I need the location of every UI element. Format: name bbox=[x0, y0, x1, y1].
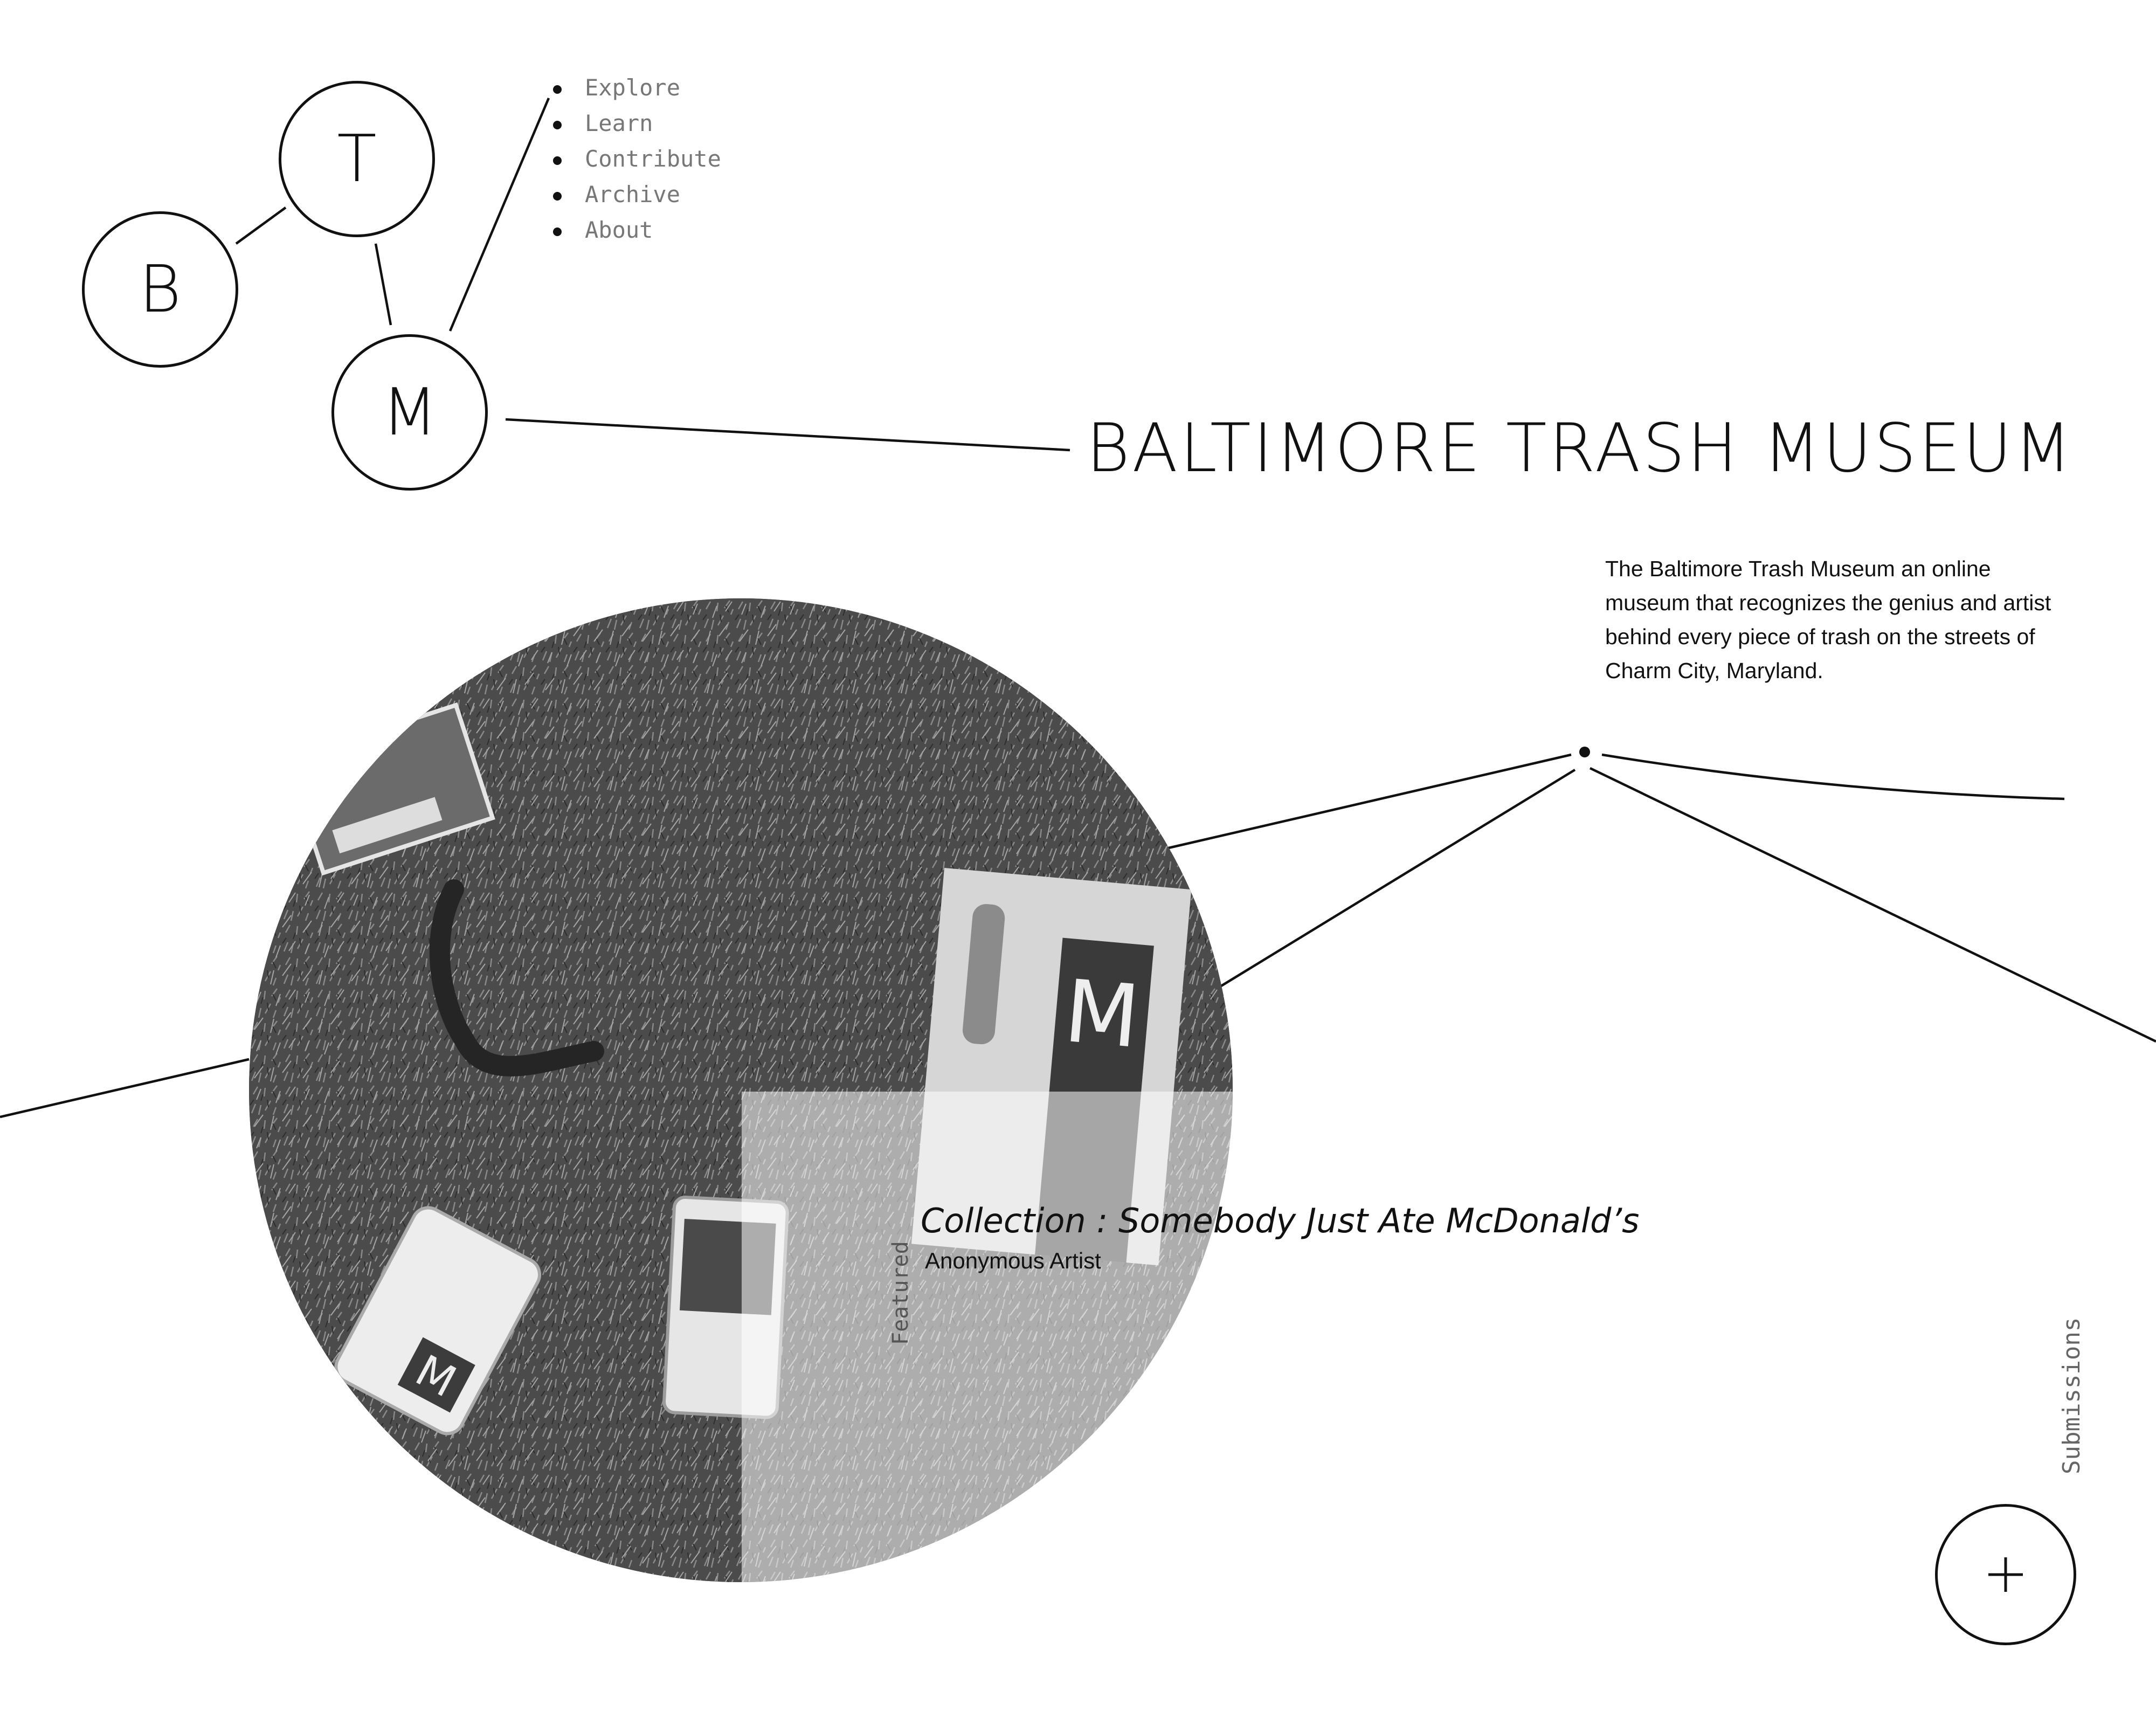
logo-letter-m: M bbox=[382, 375, 438, 450]
bullet-dot-icon bbox=[553, 121, 562, 129]
nav-item-label: Archive bbox=[585, 181, 681, 208]
connector-photo-node bbox=[1168, 753, 1572, 850]
logo-circle-b[interactable]: B bbox=[82, 211, 238, 368]
site-title: BALTIMORE TRASH MUSEUM bbox=[1086, 410, 2074, 487]
collection-title-link[interactable]: Collection : Somebody Just Ate McDonald’… bbox=[921, 1201, 1639, 1240]
connector-m-nav bbox=[448, 98, 550, 332]
nav-item-archive[interactable]: Archive bbox=[544, 177, 721, 212]
connector-m-title bbox=[505, 418, 1070, 452]
add-submission-button[interactable] bbox=[1935, 1504, 2076, 1645]
submissions-label: Submissions bbox=[2058, 1317, 2085, 1474]
bullet-dot-icon bbox=[553, 227, 562, 236]
nav-item-label: Learn bbox=[585, 110, 653, 136]
main-nav: Explore Learn Contribute Archive About bbox=[544, 70, 721, 248]
logo-circle-t[interactable]: T bbox=[279, 81, 435, 237]
nav-item-about[interactable]: About bbox=[544, 212, 721, 248]
nav-item-explore[interactable]: Explore bbox=[544, 70, 721, 106]
bullet-dot-icon bbox=[553, 156, 562, 165]
nav-item-learn[interactable]: Learn bbox=[544, 106, 721, 141]
nav-item-label: Contribute bbox=[585, 146, 721, 172]
svg-text:M: M bbox=[1061, 961, 1144, 1067]
logo-letter-t: T bbox=[337, 121, 377, 197]
connector-node-right-down bbox=[1590, 767, 2156, 1043]
connector-t-m bbox=[374, 243, 392, 326]
collection-artist: Anonymous Artist bbox=[925, 1248, 1101, 1273]
nav-item-contribute[interactable]: Contribute bbox=[544, 141, 721, 177]
nav-item-label: Explore bbox=[585, 74, 681, 101]
connector-node-dot bbox=[1579, 747, 1590, 757]
featured-overlay bbox=[742, 1092, 1233, 1582]
connector-node-right-top bbox=[1601, 753, 2065, 801]
connector-b-t bbox=[235, 206, 287, 245]
nav-item-label: About bbox=[585, 217, 653, 243]
connector-left bbox=[0, 1058, 250, 1119]
site-description: The Baltimore Trash Museum an online mus… bbox=[1605, 556, 2051, 683]
bullet-dot-icon bbox=[553, 192, 562, 201]
logo-circle-m[interactable]: M bbox=[331, 334, 488, 491]
plus-icon bbox=[1988, 1557, 2023, 1592]
logo-letter-b: B bbox=[139, 252, 182, 327]
bullet-dot-icon bbox=[553, 85, 562, 94]
featured-label: Featured bbox=[888, 1241, 913, 1345]
